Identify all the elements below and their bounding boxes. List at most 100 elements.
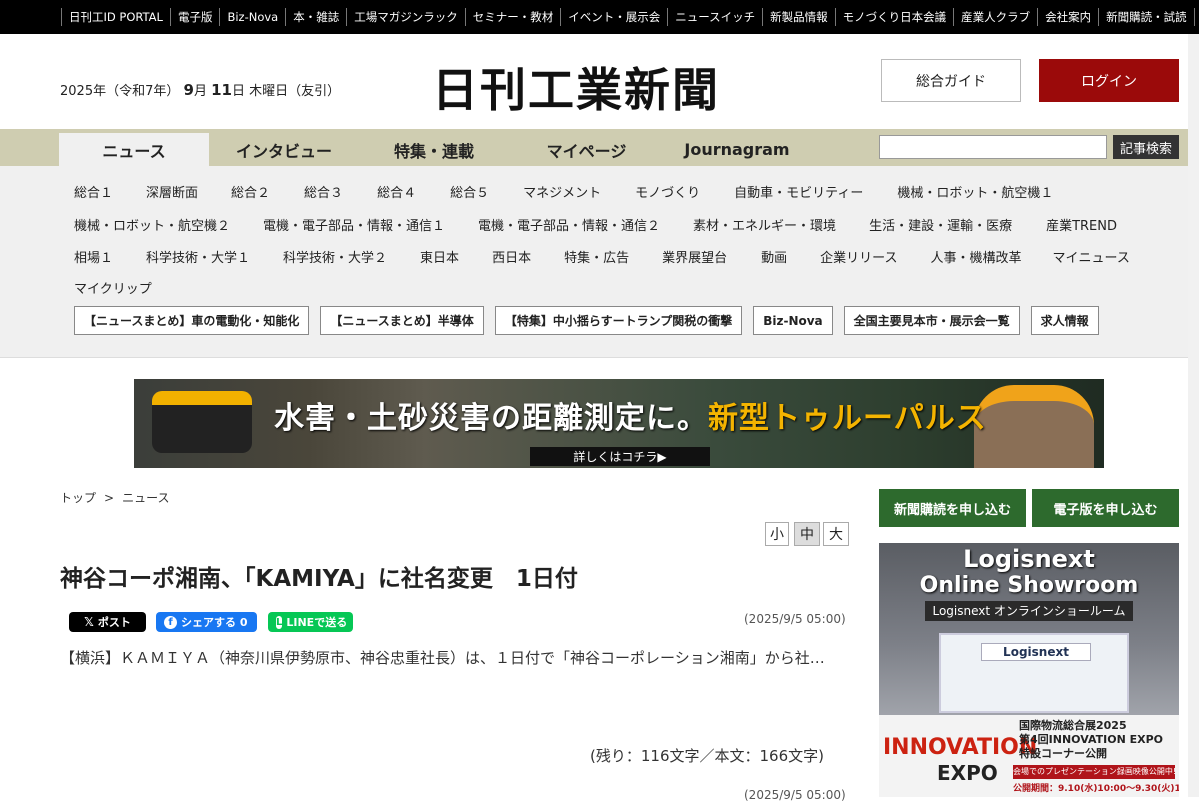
topbar-link[interactable]: ニュースイッチ bbox=[668, 8, 764, 26]
subnav-item[interactable]: 科学技術・大学１ bbox=[146, 247, 250, 266]
ad-period: 公開期間：9.10(水)10:00〜9.30(火)17:00 bbox=[1013, 784, 1179, 794]
subnav-item[interactable]: 総合４ bbox=[377, 182, 416, 201]
subnav-item[interactable]: 東日本 bbox=[420, 247, 459, 266]
subnav-item[interactable]: マイクリップ bbox=[74, 278, 152, 297]
login-button[interactable]: ログイン bbox=[1039, 59, 1179, 102]
ad-line-4: 会場でのプレゼンテーション録画映像公開中! bbox=[1013, 765, 1175, 779]
topic-pill[interactable]: 求人情報 bbox=[1030, 306, 1099, 335]
x-logo-icon: 𝕏 bbox=[84, 614, 94, 629]
subscribe-newspaper-button[interactable]: 新聞購読を申し込む bbox=[879, 489, 1026, 527]
ad-innovation-text: INNOVATION bbox=[883, 735, 1038, 760]
breadcrumb: トップ > ニュース bbox=[60, 489, 169, 506]
tab-features[interactable]: 特集・連載 bbox=[359, 133, 509, 166]
subnav-item[interactable]: 業界展望台 bbox=[662, 247, 727, 266]
subnav-item[interactable]: 相場１ bbox=[74, 247, 113, 266]
tab-interview[interactable]: インタビュー bbox=[209, 133, 359, 166]
subnav-item[interactable]: 動画 bbox=[761, 247, 787, 266]
banner-cta[interactable]: 詳しくはコチラ▶ bbox=[530, 447, 710, 466]
banner-person-image bbox=[974, 385, 1094, 468]
banner-headline: 水害・土砂災害の距離測定に。新型トゥルーパルス bbox=[274, 393, 987, 437]
ad-expo-text: EXPO bbox=[937, 761, 998, 785]
tab-journagram[interactable]: Journagram bbox=[664, 133, 810, 166]
sub-nav: 総合１ 深層断面 総合２ 総合３ 総合４ 総合５ マネジメント モノづくり 自動車・モビリティー… bbox=[0, 166, 1199, 358]
topbar-link[interactable]: イベント・展示会 bbox=[561, 8, 669, 26]
subnav-item[interactable]: モノづくり bbox=[635, 182, 700, 201]
subnav-item[interactable]: 深層断面 bbox=[146, 182, 198, 201]
subnav-item[interactable]: 特集・広告 bbox=[564, 247, 629, 266]
topbar-link[interactable]: 日刊工ID PORTAL bbox=[61, 8, 171, 26]
share-facebook-button[interactable]: f シェアする 0 bbox=[156, 612, 257, 632]
share-x-label: ポスト bbox=[97, 616, 131, 629]
topic-pill[interactable]: 全国主要見本市・展示会一覧 bbox=[843, 306, 1020, 335]
tab-mypage[interactable]: マイページ bbox=[509, 133, 664, 166]
topic-pill[interactable]: 【ニュースまとめ】半導体 bbox=[320, 306, 484, 335]
subnav-item[interactable]: 産業TREND bbox=[1046, 215, 1117, 234]
topic-pill[interactable]: Biz-Nova bbox=[753, 306, 833, 335]
topbar-link[interactable]: モノづくり日本会議 bbox=[836, 8, 955, 26]
article-timestamp-2: (2025/9/5 05:00) bbox=[744, 788, 846, 802]
topbar-link[interactable]: 新聞購読・試読 bbox=[1099, 8, 1195, 26]
share-line-label: LINEで送る bbox=[286, 616, 348, 629]
font-size-large-button[interactable]: 大 bbox=[823, 522, 849, 546]
ad-line-3: 特設コーナー公開 bbox=[1019, 747, 1107, 760]
subnav-item[interactable]: 電機・電子部品・情報・通信２ bbox=[478, 215, 660, 234]
remaining-characters: (残り：116文字／本文：166文字) bbox=[590, 747, 824, 765]
breadcrumb-news[interactable]: ニュース bbox=[122, 491, 169, 505]
guide-button[interactable]: 総合ガイド bbox=[881, 59, 1021, 102]
article-timestamp: (2025/9/5 05:00) bbox=[744, 612, 846, 626]
facebook-icon: f bbox=[164, 615, 177, 629]
subnav-item[interactable]: 総合５ bbox=[450, 182, 489, 201]
subnav-item[interactable]: 西日本 bbox=[492, 247, 531, 266]
banner-text-a: 水害・土砂災害の距離測定に。 bbox=[274, 401, 708, 436]
share-x-button[interactable]: 𝕏 ポスト bbox=[69, 612, 146, 632]
subnav-item[interactable]: 自動車・モビリティー bbox=[734, 182, 863, 201]
topic-pill[interactable]: 【特集】中小揺らすートランプ関税の衝撃 bbox=[494, 306, 743, 335]
breadcrumb-separator: > bbox=[104, 491, 115, 505]
subnav-item[interactable]: 総合１ bbox=[74, 182, 113, 201]
subnav-row-3: 相場１ 科学技術・大学１ 科学技術・大学２ 東日本 西日本 特集・広告 業界展望台 動画 企業リ… bbox=[74, 247, 1130, 266]
subnav-item[interactable]: 人事・機構改革 bbox=[930, 247, 1021, 266]
site-logo[interactable]: 日刊工業新聞 bbox=[432, 54, 720, 120]
subnav-item[interactable]: マイニュース bbox=[1053, 247, 1130, 266]
subnav-item[interactable]: 電機・電子部品・情報・通信１ bbox=[263, 215, 445, 234]
topbar-link[interactable]: 工場マガジンラック bbox=[347, 8, 466, 26]
date-day: 11 bbox=[211, 81, 232, 99]
subnav-item[interactable]: 機械・ロボット・航空機１ bbox=[897, 182, 1053, 201]
article-title: 神谷コーポ湘南、「KAMIYA」に社名変更 1日付 bbox=[60, 566, 578, 592]
tab-news[interactable]: ニュース bbox=[59, 133, 209, 166]
subscribe-digital-button[interactable]: 電子版を申し込む bbox=[1032, 489, 1179, 527]
logisnext-ad[interactable]: Logisnext Online Showroom Logisnext オンライ… bbox=[879, 543, 1179, 797]
subnav-item[interactable]: 総合２ bbox=[231, 182, 270, 201]
topic-pill[interactable]: 【ニュースまとめ】車の電動化・知能化 bbox=[74, 306, 310, 335]
page-scrollbar[interactable] bbox=[1188, 34, 1199, 797]
subnav-item[interactable]: 素材・エネルギー・環境 bbox=[693, 215, 836, 234]
ad-title-2: Online Showroom bbox=[919, 573, 1139, 598]
breadcrumb-top[interactable]: トップ bbox=[60, 491, 96, 505]
font-size-medium-button[interactable]: 中 bbox=[794, 522, 820, 546]
top-utility-bar: 日刊工ID PORTAL 電子版 Biz-Nova 本・雑誌 工場マガジンラック セミナー… bbox=[0, 0, 1199, 34]
topbar-link[interactable]: 本・雑誌 bbox=[286, 8, 348, 26]
share-line-button[interactable]: L LINEで送る bbox=[268, 612, 353, 632]
subnav-item[interactable]: 企業リリース bbox=[820, 247, 897, 266]
subnav-row-1: 総合１ 深層断面 総合２ 総合３ 総合４ 総合５ マネジメント モノづくり 自動車・モビリティー… bbox=[74, 182, 1053, 201]
subnav-item[interactable]: 生活・建設・運輸・医療 bbox=[869, 215, 1012, 234]
topbar-link[interactable]: 産業人クラブ bbox=[954, 8, 1039, 26]
subnav-item[interactable]: 総合３ bbox=[304, 182, 343, 201]
ad-lower-panel: INNOVATION EXPO 国際物流総合展2025 第4回INNOVATIO… bbox=[879, 715, 1179, 797]
subnav-item[interactable]: マネジメント bbox=[523, 182, 601, 201]
date-day-unit: 日 bbox=[231, 84, 245, 99]
topbar-link[interactable]: Biz-Nova bbox=[220, 8, 287, 26]
topbar-link[interactable]: 新製品情報 bbox=[763, 8, 836, 26]
rangefinder-image bbox=[152, 391, 252, 453]
current-date: 2025年（令和7年） 9月 11日 木曜日（友引） bbox=[60, 80, 340, 99]
search-input[interactable] bbox=[879, 135, 1107, 159]
font-size-small-button[interactable]: 小 bbox=[765, 522, 789, 546]
subnav-item[interactable]: 機械・ロボット・航空機２ bbox=[74, 215, 230, 234]
topbar-link[interactable]: 電子版 bbox=[171, 8, 221, 26]
ad-banner[interactable]: 水害・土砂災害の距離測定に。新型トゥルーパルス 詳しくはコチラ▶ bbox=[134, 379, 1104, 468]
topbar-link[interactable]: 会社案内 bbox=[1038, 8, 1100, 26]
subnav-item[interactable]: 科学技術・大学２ bbox=[283, 247, 387, 266]
article-lead: 【横浜】ＫＡＭＩＹＡ（神奈川県伊勢原市、神谷忠重社長）は、１日付で「神谷コーポレ… bbox=[60, 649, 825, 667]
search-button[interactable]: 記事検索 bbox=[1113, 135, 1179, 159]
topbar-link[interactable]: セミナー・教材 bbox=[466, 8, 562, 26]
